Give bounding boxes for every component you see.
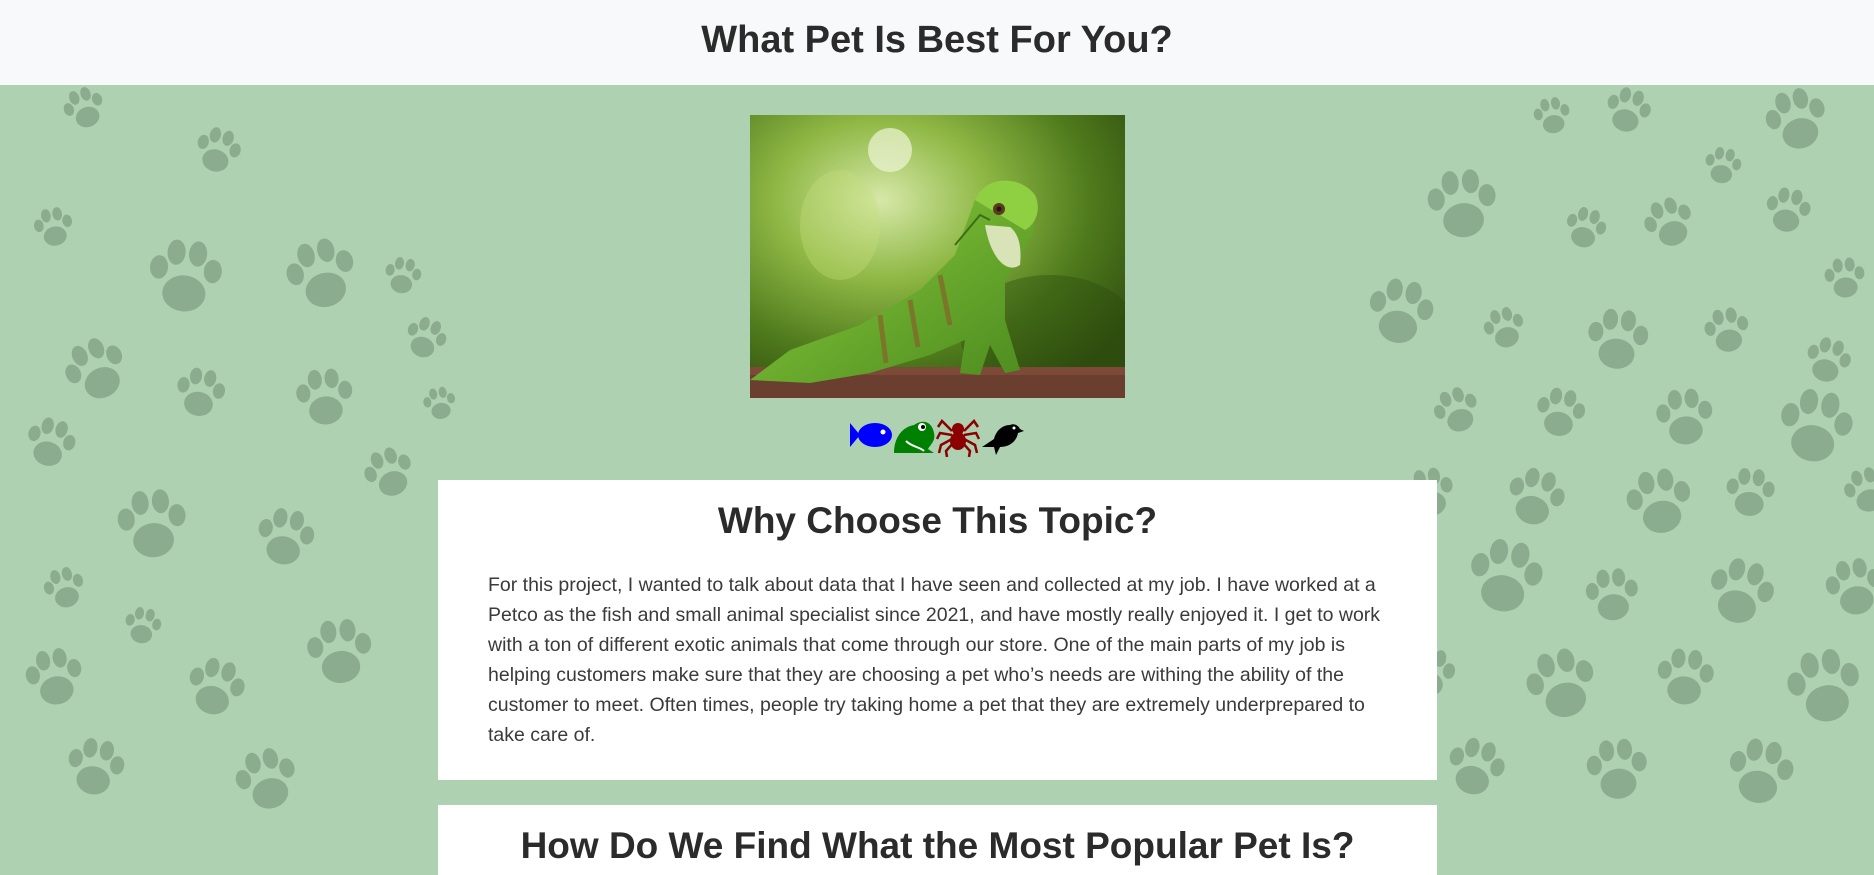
paw-print-icon bbox=[68, 738, 125, 795]
paw-print-icon bbox=[296, 368, 353, 425]
frog-icon bbox=[892, 413, 936, 457]
hero-image bbox=[750, 115, 1125, 398]
fish-icon bbox=[848, 413, 892, 457]
paw-print-icon bbox=[189, 657, 245, 715]
paw-print-icon bbox=[258, 508, 315, 565]
paw-print-icon bbox=[1537, 387, 1586, 436]
paw-print-icon bbox=[63, 87, 103, 128]
iguana-image bbox=[750, 115, 1125, 398]
paw-print-icon bbox=[1526, 648, 1594, 718]
paw-print-icon bbox=[423, 386, 456, 419]
paw-print-icon bbox=[1369, 278, 1434, 343]
paw-print-icon bbox=[1825, 558, 1874, 615]
paw-print-icon bbox=[1509, 467, 1565, 525]
paw-print-icon bbox=[1765, 88, 1825, 149]
page-title: What Pet Is Best For You? bbox=[701, 19, 1173, 61]
section-title: How Do We Find What the Most Popular Pet… bbox=[520, 825, 1355, 866]
paw-print-icon bbox=[1449, 737, 1505, 795]
section-body: For this project, I wanted to talk about… bbox=[488, 574, 1381, 746]
paw-print-icon bbox=[1729, 738, 1794, 803]
paw-print-icon bbox=[1766, 187, 1811, 232]
paw-print-icon bbox=[117, 489, 186, 558]
paw-print-icon bbox=[150, 239, 222, 312]
bird-icon bbox=[980, 413, 1024, 457]
paw-print-icon bbox=[1657, 648, 1714, 705]
paw-print-icon bbox=[1434, 387, 1477, 432]
paw-print-icon bbox=[1644, 197, 1691, 246]
paw-print-icon bbox=[1566, 207, 1607, 248]
paw-print-icon bbox=[407, 317, 447, 358]
paw-print-icon bbox=[125, 607, 162, 644]
animal-icons-row bbox=[848, 413, 1028, 459]
paw-print-icon bbox=[1824, 257, 1865, 298]
paw-print-icon bbox=[65, 338, 123, 399]
paw-print-icon bbox=[1711, 558, 1774, 623]
paw-print-icon bbox=[1533, 97, 1570, 134]
paw-print-icon bbox=[1626, 468, 1691, 533]
paw-print-icon bbox=[1483, 307, 1524, 348]
paw-print-icon bbox=[33, 207, 73, 246]
paw-print-icon bbox=[235, 748, 295, 809]
paw-print-icon bbox=[307, 619, 372, 683]
paw-print-icon bbox=[1471, 539, 1543, 612]
paw-print-icon bbox=[197, 127, 241, 172]
paw-print-icon bbox=[364, 447, 411, 496]
spider-icon bbox=[935, 413, 981, 458]
section-title: Why Choose This Topic? bbox=[717, 500, 1158, 541]
paw-print-icon bbox=[28, 417, 76, 466]
paw-print-icon bbox=[1726, 468, 1775, 516]
paw-print-icon bbox=[43, 567, 84, 608]
popular-pet-section: How Do We Find What the Most Popular Pet… bbox=[438, 805, 1437, 875]
paw-print-icon bbox=[25, 648, 82, 705]
paw-print-icon bbox=[1787, 649, 1859, 722]
paw-print-icon bbox=[1586, 738, 1647, 799]
paw-print-icon bbox=[1704, 307, 1749, 352]
paw-print-icon bbox=[177, 367, 226, 416]
paw-print-icon bbox=[1588, 308, 1649, 369]
paw-print-icon bbox=[1705, 147, 1742, 184]
paw-print-icon bbox=[385, 257, 422, 294]
paw-print-icon bbox=[1585, 568, 1638, 621]
page-header: What Pet Is Best For You? bbox=[0, 0, 1874, 85]
why-choose-section: Why Choose This Topic? For this project,… bbox=[438, 480, 1437, 780]
paw-print-icon bbox=[1427, 169, 1496, 238]
paw-print-icon bbox=[1607, 87, 1651, 132]
paw-print-icon bbox=[1656, 388, 1713, 445]
paw-print-icon bbox=[286, 238, 354, 308]
